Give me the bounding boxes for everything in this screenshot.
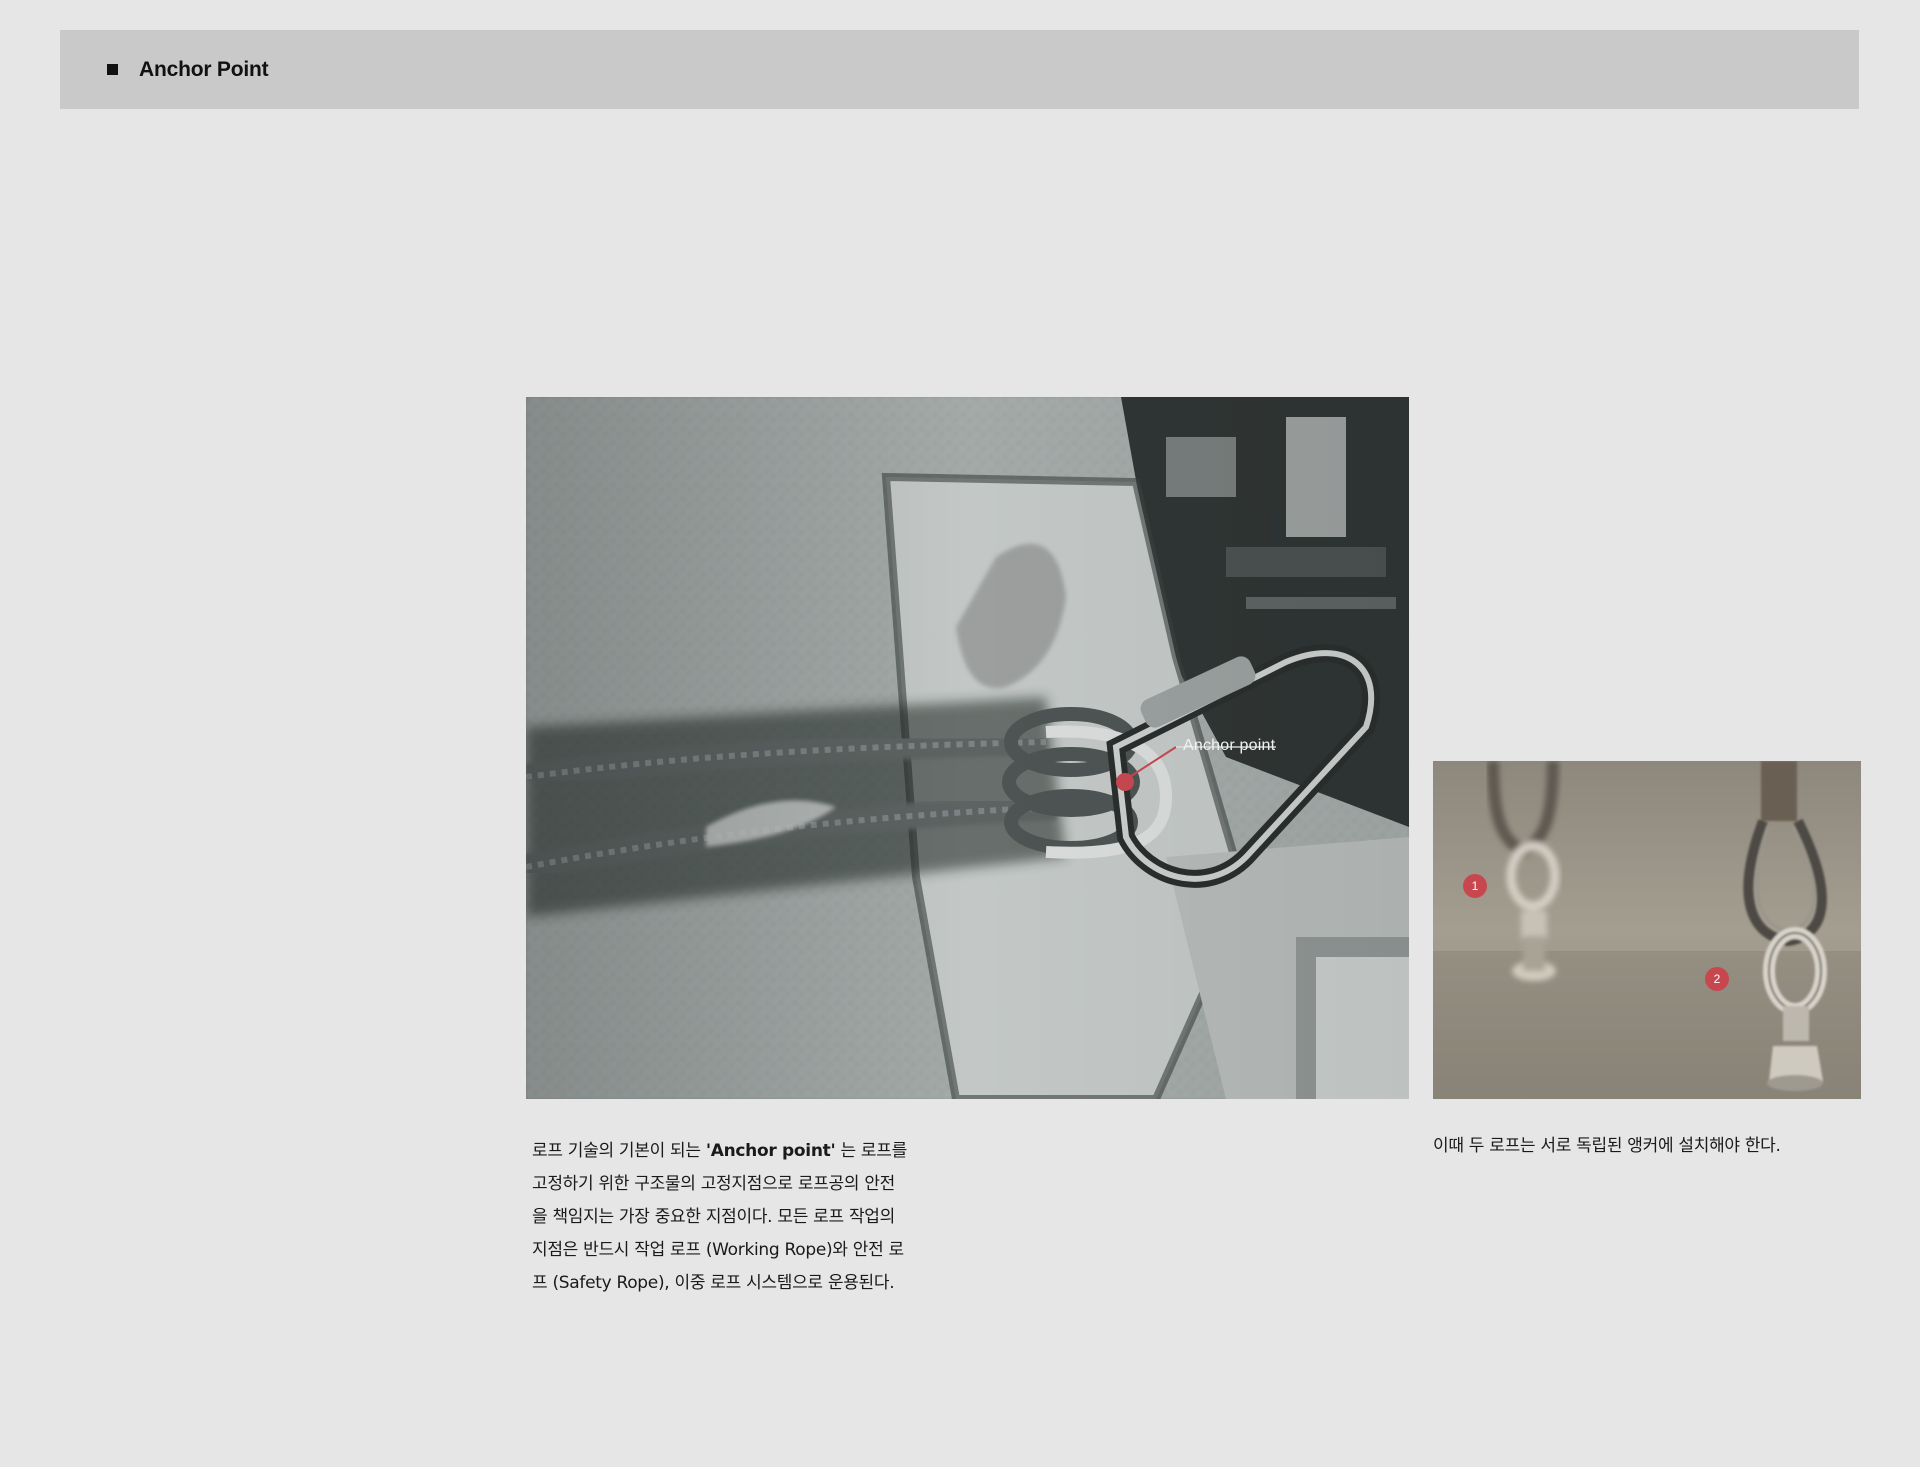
anchor-point-term: 'Anchor point': [705, 1141, 836, 1161]
section-header: Anchor Point: [60, 30, 1859, 109]
side-photo-caption: 이때 두 로프는 서로 독립된 앵커에 설치해야 한다.: [1433, 1136, 1781, 1156]
body-paragraph: 로프 기술의 기본이 되는 'Anchor point' 는 로프를 고정하기 …: [532, 1135, 952, 1300]
anchor-point-photo: [526, 397, 1409, 1099]
anchor-point-label: Anchor point: [1183, 737, 1276, 754]
dual-anchor-photo: 1 2: [1433, 761, 1861, 1099]
body-line-2: 고정하기 위한 구조물의 고정지점으로 로프공의 안전: [532, 1174, 895, 1194]
dual-anchor-illustration: [1433, 761, 1861, 1099]
body-line-4: 지점은 반드시 작업 로프 (Working Rope)와 안전 로: [532, 1240, 904, 1260]
body-line-5: 프 (Safety Rope), 이중 로프 시스템으로 운용된다.: [532, 1273, 895, 1293]
body-line-3: 을 책임지는 가장 중요한 지점이다. 모든 로프 작업의: [532, 1207, 895, 1227]
marker-1-badge: 1: [1463, 874, 1487, 898]
body-line-1-post: 는 로프를: [835, 1141, 907, 1161]
body-line-1: 로프 기술의 기본이 되는 'Anchor point' 는 로프를: [532, 1135, 952, 1168]
anchor-photo-illustration: [526, 397, 1409, 1099]
marker-2-badge: 2: [1705, 967, 1729, 991]
body-line-1-pre: 로프 기술의 기본이 되는: [532, 1141, 706, 1161]
section-title: Anchor Point: [139, 57, 269, 81]
square-bullet-icon: [107, 63, 118, 75]
